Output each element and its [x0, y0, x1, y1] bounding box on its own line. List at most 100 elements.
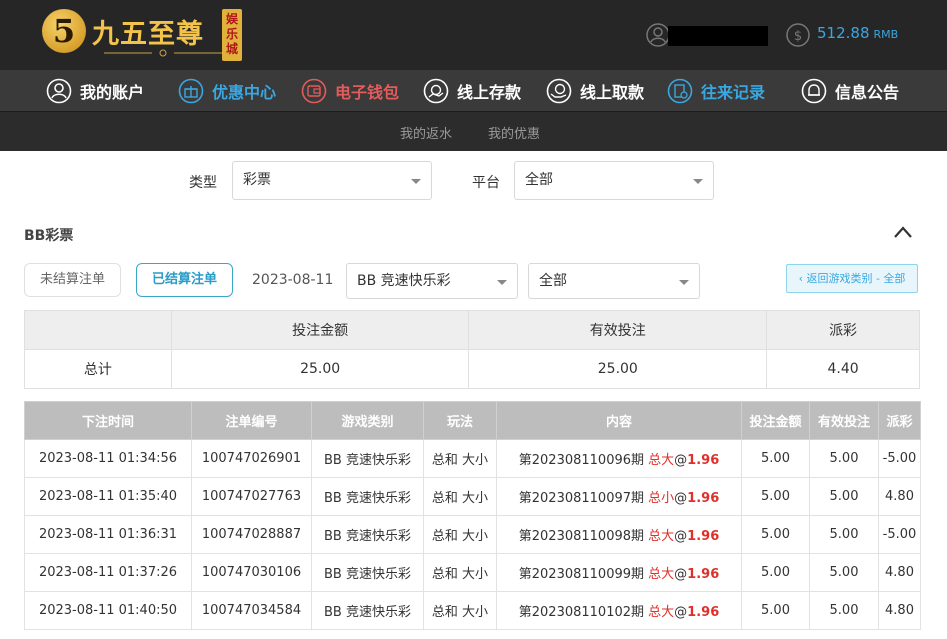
table-header-row: 下注时间 注单编号 游戏类别 玩法 内容 投注金额 有效投注 派彩: [24, 401, 921, 440]
bet-time: 2023-08-11 01:36:31: [24, 515, 192, 554]
type-select[interactable]: 彩票: [232, 161, 432, 200]
brand-badge: 娱乐城: [222, 9, 242, 61]
game-select[interactable]: BB 竞速快乐彩: [346, 263, 518, 299]
settled-bets-button[interactable]: 已结算注单: [136, 263, 233, 297]
subnav-my-promotions[interactable]: 我的优惠: [488, 123, 540, 142]
at-sign: @: [674, 529, 688, 544]
main-nav: 我的账户 优惠中心 电子钱包 线上存款 线上取款 往来记录 信息公告: [0, 70, 947, 112]
wallet-icon: [301, 78, 327, 104]
chevron-up-icon[interactable]: [893, 224, 913, 240]
bet-amount: 5.00: [741, 591, 810, 630]
nav-my-account[interactable]: 我的账户: [46, 70, 144, 112]
subnav-my-rebate[interactable]: 我的返水: [400, 123, 452, 142]
table-body: 2023-08-11 01:34:56 100747026901 BB 竞速快乐彩总…: [24, 439, 921, 630]
pick: 总小: [648, 491, 675, 506]
summary-header: 派彩: [766, 310, 920, 350]
top-header: 5 九五至尊 娱乐城 $ 512.88 RMB: [0, 0, 947, 70]
bet-content: 第202308110098期 总大@1.96: [496, 515, 742, 554]
valid-bet: 5.00: [809, 591, 879, 630]
period: 第202308110098期: [518, 529, 645, 544]
bet-content: 第202308110097期 总小@1.96: [496, 477, 742, 516]
section-title: BB彩票: [24, 228, 74, 244]
summary-header: 投注金额: [170, 310, 470, 350]
nav-online-withdraw[interactable]: 线上取款: [546, 70, 644, 112]
table-row: 2023-08-11 01:35:40 100747027763 BB 竞速快乐彩总…: [24, 477, 921, 516]
play-type: 总和 大小: [423, 591, 497, 630]
balance-value: 512.88: [817, 24, 870, 42]
date-picker[interactable]: 2023-08-11: [252, 272, 333, 288]
bet-amount: 5.00: [741, 515, 810, 554]
payout: 4.80: [878, 591, 921, 630]
bet-records-table: 下注时间 注单编号 游戏类别 玩法 内容 投注金额 有效投注 派彩 2023-0…: [24, 401, 921, 630]
platform-select[interactable]: 全部: [514, 161, 714, 200]
column-header: 下注时间: [24, 401, 192, 440]
play-select[interactable]: 全部: [528, 263, 700, 299]
platform-label: 平台: [472, 175, 500, 191]
payout: -5.00: [878, 515, 921, 554]
gift-icon: [178, 78, 204, 104]
column-header: 玩法: [423, 401, 497, 440]
nav-promotions[interactable]: 优惠中心: [178, 70, 276, 112]
at-sign: @: [674, 453, 688, 468]
chevron-down-icon: [679, 280, 689, 285]
valid-bet: 5.00: [809, 553, 879, 592]
user-icon: [46, 78, 72, 104]
pick: 总大: [648, 529, 675, 544]
column-header: 投注金额: [741, 401, 810, 440]
table-row: 2023-08-11 01:36:31 100747028887 BB 竞速快乐彩总…: [24, 515, 921, 554]
nav-online-deposit[interactable]: 线上存款: [423, 70, 521, 112]
payout: 4.80: [878, 553, 921, 592]
at-sign: @: [674, 605, 688, 620]
nav-e-wallet[interactable]: 电子钱包: [301, 70, 399, 112]
game-category: BB 竞速快乐彩: [311, 439, 424, 478]
bet-id: 100747027763: [191, 477, 312, 516]
bet-id: 100747030106: [191, 553, 312, 592]
table-row: 2023-08-11 01:37:26 100747030106 BB 竞速快乐彩总…: [24, 553, 921, 592]
play-type: 总和 大小: [423, 477, 497, 516]
pick: 总大: [648, 605, 675, 620]
bet-id: 100747026901: [191, 439, 312, 478]
game-category: BB 竞速快乐彩: [311, 553, 424, 592]
bet-content: 第202308110096期 总大@1.96: [496, 439, 742, 478]
brand-name: 九五至尊: [92, 19, 204, 50]
nav-transaction-records[interactable]: 往来记录: [667, 70, 765, 112]
chevron-down-icon: [411, 179, 421, 184]
bet-time: 2023-08-11 01:35:40: [24, 477, 192, 516]
at-sign: @: [674, 491, 688, 506]
logo-emblem: 5: [42, 9, 86, 53]
period: 第202308110099期: [518, 567, 645, 582]
brand-logo[interactable]: 5 九五至尊 娱乐城: [42, 6, 247, 62]
nav-announcements[interactable]: 信息公告: [801, 70, 899, 112]
bet-amount: 5.00: [741, 553, 810, 592]
bet-content: 第202308110102期 总大@1.96: [496, 591, 742, 630]
summary-cell: 25.00: [170, 349, 470, 389]
back-to-categories-button[interactable]: ‹ 返回游戏类别 - 全部: [786, 264, 918, 293]
user-icon[interactable]: [646, 23, 670, 47]
unsettled-bets-button[interactable]: 未结算注单: [24, 263, 121, 297]
account-balance: 512.88 RMB: [817, 24, 898, 42]
bet-time: 2023-08-11 01:34:56: [24, 439, 192, 478]
period: 第202308110096期: [518, 453, 645, 468]
odds: 1.96: [687, 491, 720, 506]
table-row: 2023-08-11 01:34:56 100747026901 BB 竞速快乐彩总…: [24, 439, 921, 478]
column-header: 内容: [496, 401, 742, 440]
balance-unit: RMB: [873, 28, 899, 41]
odds: 1.96: [687, 605, 720, 620]
valid-bet: 5.00: [809, 439, 879, 478]
column-header: 注单编号: [191, 401, 312, 440]
summary-total-row: 总计 25.00 25.00 4.40: [24, 349, 920, 389]
type-label: 类型: [189, 175, 217, 191]
game-category: BB 竞速快乐彩: [311, 515, 424, 554]
column-header: 有效投注: [809, 401, 879, 440]
payout: -5.00: [878, 439, 921, 478]
ornament-icon: [104, 49, 222, 57]
play-type: 总和 大小: [423, 439, 497, 478]
play-type: 总和 大小: [423, 553, 497, 592]
summary-header: 有效投注: [468, 310, 768, 350]
game-category: BB 竞速快乐彩: [311, 477, 424, 516]
period: 第202308110102期: [518, 605, 645, 620]
bet-content: 第202308110099期 总大@1.96: [496, 553, 742, 592]
bet-id: 100747034584: [191, 591, 312, 630]
pick: 总大: [648, 453, 675, 468]
payout: 4.80: [878, 477, 921, 516]
